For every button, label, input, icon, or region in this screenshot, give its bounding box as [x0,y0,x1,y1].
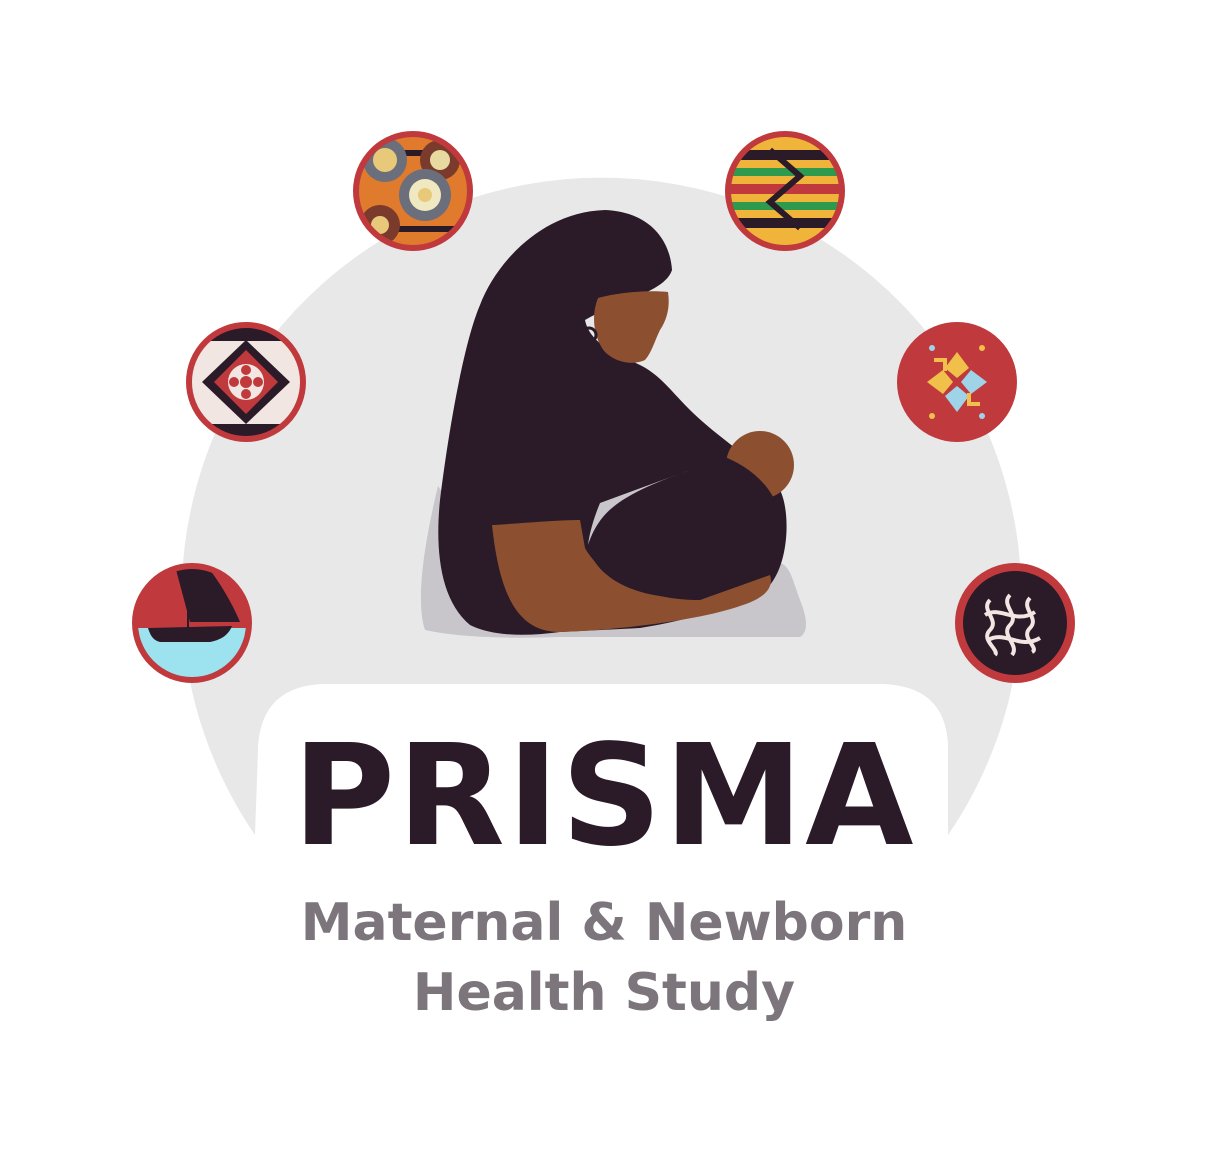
floral-pattern-icon [186,322,306,442]
knot-pattern-icon [955,563,1075,683]
logo-title: PRISMA [292,715,916,878]
logo-subtitle-line-1: Maternal & Newborn [300,893,908,953]
kente-pattern-icon [725,131,845,251]
logo-subtitle-line-2: Health Study [412,963,796,1023]
concentric-circles-icon [353,131,473,251]
arrow-star-icon [897,322,1017,442]
